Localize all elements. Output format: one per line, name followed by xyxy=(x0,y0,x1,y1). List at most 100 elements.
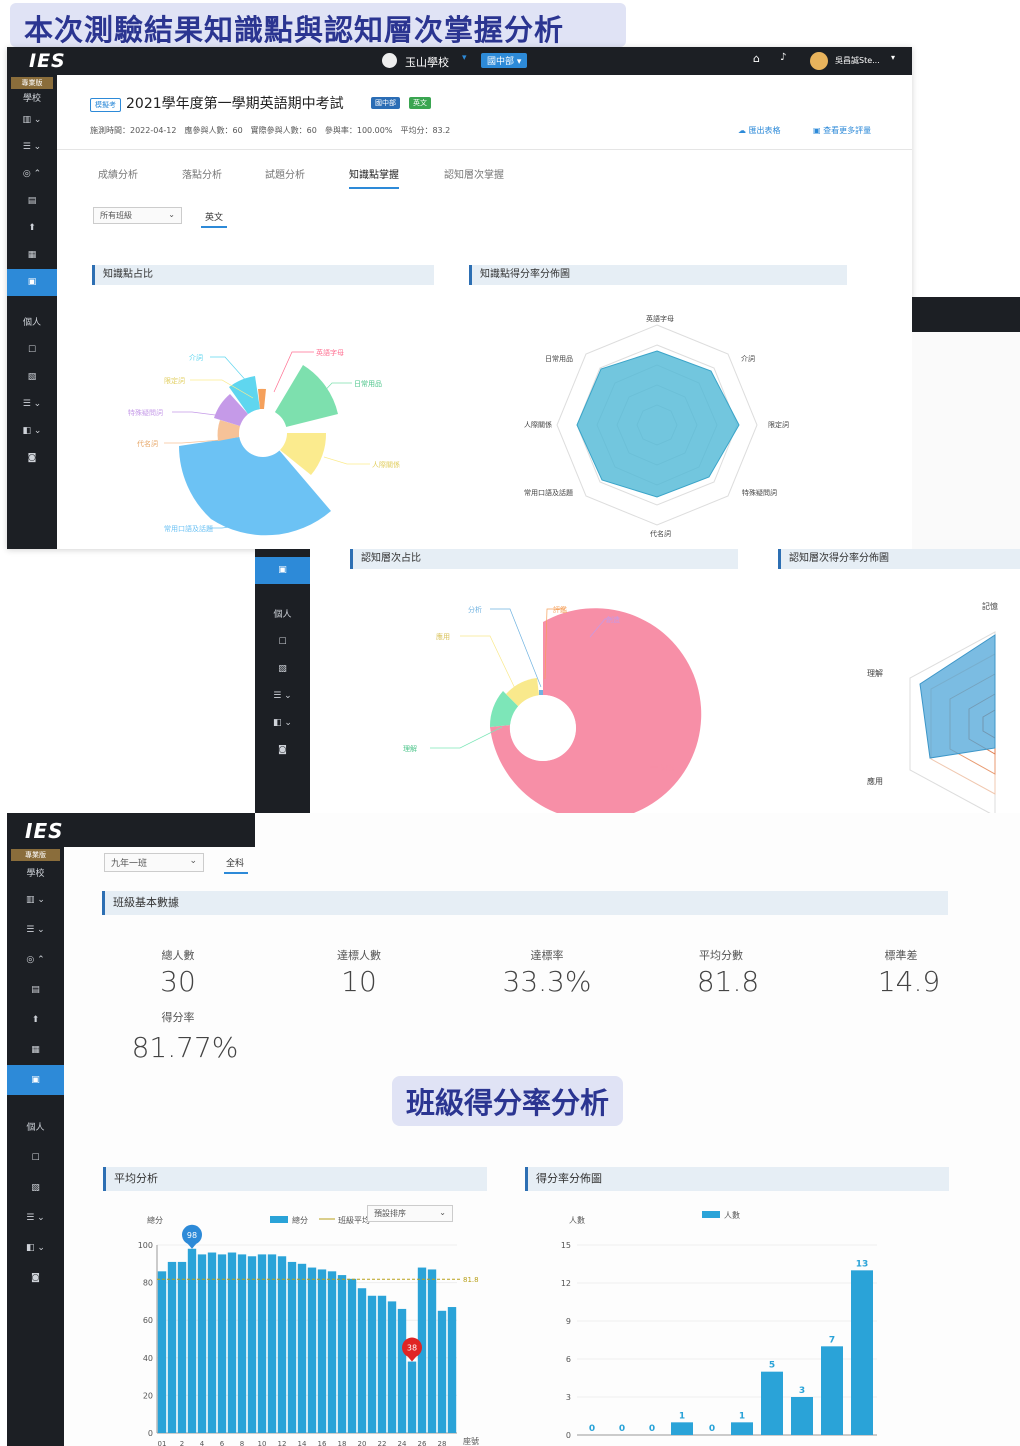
sidebar3-personal[interactable]: 個人 xyxy=(7,1113,64,1143)
bar xyxy=(287,1261,297,1433)
x-tick-label: 24 xyxy=(398,1440,407,1446)
tab-placement[interactable]: 落點分析 xyxy=(182,166,222,181)
bar xyxy=(377,1295,387,1433)
knowledge-radar-chart: 英語字母 日常用品 介詞 限定詞 特殊疑問詞 代名詞 常用口語及話題 人際關係 xyxy=(524,314,789,538)
stat-label-pass-count: 達標人數 xyxy=(337,949,381,962)
stat-label-average: 平均分數 xyxy=(699,949,743,962)
user-name[interactable]: 吳昌誠Ste... xyxy=(835,55,880,66)
sidebar2-book-icon[interactable]: ▧ xyxy=(255,656,310,683)
sidebar2-stack-icon[interactable]: ☰ ⌄ xyxy=(255,683,310,710)
subject-tab-2[interactable]: 全科 xyxy=(224,856,249,874)
sidebar-item-camera-icon[interactable]: ◙ xyxy=(7,445,57,472)
bar xyxy=(347,1278,357,1433)
y-tick-label: 3 xyxy=(566,1393,571,1402)
class-select-2[interactable]: 九年一班 ⌄ xyxy=(104,853,204,872)
school-name[interactable]: 玉山學校 xyxy=(405,54,449,70)
tab-knowledge[interactable]: 知識點掌握 xyxy=(349,166,399,189)
x-axis-title: 座號 xyxy=(463,1436,479,1446)
sidebar3-list-icon[interactable]: ☰ ⌄ xyxy=(7,915,64,945)
sidebar-item-analysis-icon[interactable]: ▣ xyxy=(7,269,57,296)
legend-label-average: 班級平均 xyxy=(338,1215,370,1225)
pie-hole xyxy=(510,695,576,761)
sidebar3-globe-icon[interactable]: ◎ ⌃ xyxy=(7,945,64,975)
stat-value-pass-count: 10 xyxy=(341,965,377,998)
sidebar3-stack-icon[interactable]: ☰ ⌄ xyxy=(7,1203,64,1233)
bar xyxy=(437,1310,447,1433)
sidebar-item-book-icon[interactable]: ▧ xyxy=(7,364,57,391)
bar xyxy=(367,1295,377,1433)
sidebar-item-stack-icon[interactable]: ☰ ⌄ xyxy=(7,391,57,418)
radar-label-1: 日常用品 xyxy=(545,354,573,363)
sidebar3-chart-icon[interactable]: ▤ xyxy=(7,975,64,1005)
x-tick-label: 10 xyxy=(258,1440,267,1446)
bar xyxy=(427,1269,437,1433)
legend-label-total: 總分 xyxy=(292,1215,308,1225)
user-menu-icon[interactable]: ▾ xyxy=(891,53,895,62)
sidebar3-book-icon[interactable]: ▧ xyxy=(7,1173,64,1203)
tab-cognitive[interactable]: 認知層次掌握 xyxy=(444,166,504,181)
sidebar-item-chart-icon[interactable]: ▤ xyxy=(7,188,57,215)
more-exams-link[interactable]: ▣ 查看更多評量 xyxy=(813,125,871,136)
sidebar-item-panel-icon[interactable]: ◧ ⌄ xyxy=(7,418,57,445)
sidebar-item-upload-icon[interactable]: ⬆ xyxy=(7,215,57,242)
sidebar3-edit-icon[interactable]: ☐ xyxy=(7,1143,64,1173)
sidebar3-doc-icon[interactable]: ▦ xyxy=(7,1035,64,1065)
radar-label-3: 限定詞 xyxy=(768,420,789,429)
pie-label-2: 英語字母 xyxy=(316,348,344,357)
section-class-basic: 班級基本數據 xyxy=(102,891,948,915)
sidebar-item-doc-icon[interactable]: ▦ xyxy=(7,242,57,269)
stat-label-total: 總人數 xyxy=(161,949,195,962)
y-tick-label: 9 xyxy=(566,1317,571,1326)
sidebar3-school[interactable]: 學校 xyxy=(7,863,64,885)
bell-icon[interactable]: ♪ xyxy=(780,52,786,63)
y-tick-label: 0 xyxy=(566,1431,571,1440)
bar xyxy=(851,1270,873,1435)
sidebar3-upload-icon[interactable]: ⬆ xyxy=(7,1005,64,1035)
sidebar-item-personal[interactable]: 個人 xyxy=(7,310,57,337)
export-link[interactable]: ☁ 匯出表格 xyxy=(738,125,781,136)
bar xyxy=(357,1288,367,1433)
sidebar3-camera-icon[interactable]: ◙ xyxy=(7,1263,64,1293)
knowledge-pie-chart: 介詞 英語字母 限定詞 日常用品 特殊疑問詞 代名詞 人際關係 常用口語及話題 xyxy=(128,348,400,536)
home-icon[interactable]: ⌂ xyxy=(753,52,760,65)
cog-pie-label-1: 評鑑 xyxy=(553,605,567,614)
sidebar-item-school[interactable]: 學校 xyxy=(7,91,57,107)
sidebar2-panel-icon[interactable]: ◧ ⌄ xyxy=(255,710,310,737)
division-selector[interactable]: 國中部 ▾ xyxy=(481,53,528,68)
bar-value-label: 0 xyxy=(589,1424,595,1434)
tab-items[interactable]: 試題分析 xyxy=(265,166,305,181)
class-select[interactable]: 所有班級 ⌄ xyxy=(93,207,182,224)
screenshot-class: IES 專業版 學校 ▥ ⌄ ☰ ⌄ ◎ ⌃ ▤ ⬆ ▦ ▣ 個人 ☐ ▧ ☰ … xyxy=(7,813,1020,1446)
sidebar3-panel-icon[interactable]: ◧ ⌄ xyxy=(7,1233,64,1263)
sidebar-item-list-icon[interactable]: ☰ ⌄ xyxy=(7,134,57,161)
subject-tab[interactable]: 英文 xyxy=(201,210,228,228)
sidebar2-analysis-icon[interactable]: ▣ xyxy=(255,557,310,584)
sidebar-item-globe-icon[interactable]: ◎ ⌃ xyxy=(7,161,57,188)
app-logo-2[interactable]: IES xyxy=(25,819,64,843)
sidebar3-building-icon[interactable]: ▥ ⌄ xyxy=(7,885,64,915)
sort-select[interactable]: 預設排序 ⌄ xyxy=(367,1205,453,1222)
pie-label-6: 代名詞 xyxy=(137,439,158,448)
bar xyxy=(167,1261,177,1433)
sidebar2-edit-icon[interactable]: ☐ xyxy=(255,629,310,656)
cog-pie-label-5: 記憶 xyxy=(660,763,674,772)
sidebar2-camera-icon[interactable]: ◙ xyxy=(255,737,310,764)
app-logo[interactable]: IES xyxy=(29,50,66,72)
sidebar-item-building-icon[interactable]: ▥ ⌄ xyxy=(7,107,57,134)
bar xyxy=(761,1371,783,1435)
x-tick-label: 4 xyxy=(200,1440,205,1446)
y-tick-label: 0 xyxy=(148,1429,153,1438)
sidebar-item-edit-icon[interactable]: ☐ xyxy=(7,337,57,364)
bar xyxy=(157,1271,167,1433)
screenshot-knowledge: IES 玉山學校 ▾ 國中部 ▾ ⌂ ♪ 吳昌誠Ste... ▾ 專業版 學校 … xyxy=(7,47,912,549)
sidebar3-analysis-icon[interactable]: ▣ xyxy=(7,1065,64,1095)
bar-value-label: 1 xyxy=(679,1411,685,1421)
avatar[interactable] xyxy=(810,52,828,70)
tab-score[interactable]: 成績分析 xyxy=(98,166,138,181)
bar xyxy=(731,1422,753,1435)
chevron-down-icon: ▾ xyxy=(462,53,467,63)
sidebar2-personal[interactable]: 個人 xyxy=(255,602,310,629)
y-tick-label: 15 xyxy=(561,1241,571,1250)
radar-label-5: 代名詞 xyxy=(650,529,671,538)
pie-hole xyxy=(239,409,287,457)
